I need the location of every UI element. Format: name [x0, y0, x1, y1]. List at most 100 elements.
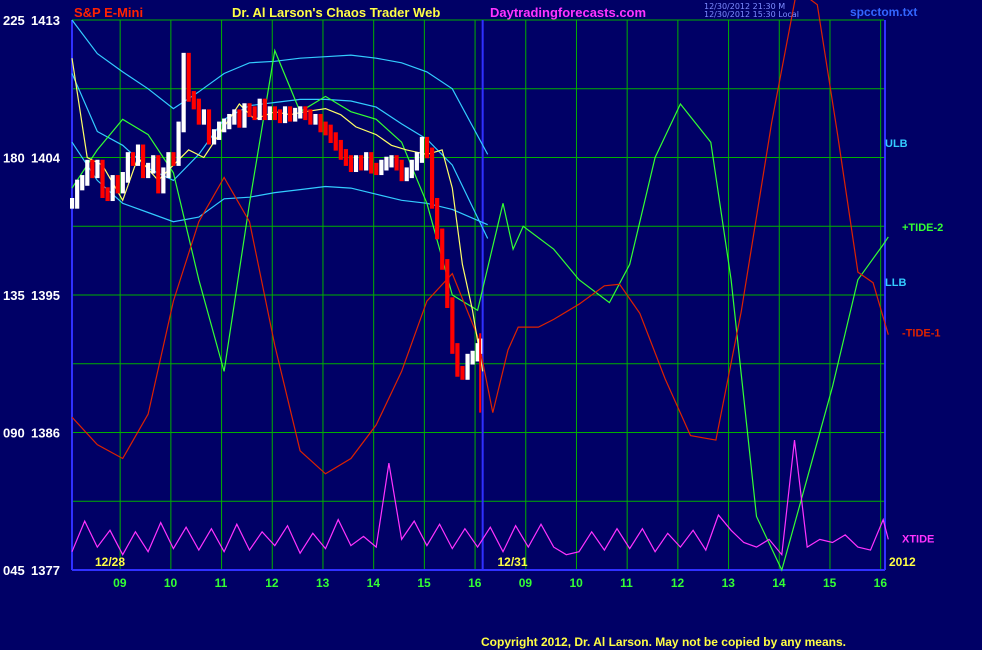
x-tick-label: 16 [874, 576, 888, 590]
x-tick-label: 12 [265, 576, 279, 590]
price-bar [186, 52, 191, 102]
price-bar [313, 113, 318, 125]
price-bar [419, 136, 425, 163]
price-bar [348, 155, 354, 173]
price-bar [135, 144, 141, 166]
x-tick-label: 10 [569, 576, 583, 590]
year-label: 2012 [889, 555, 916, 569]
price-bar [75, 179, 80, 209]
price-bar [333, 132, 338, 151]
x-tick-label: 13 [722, 576, 736, 590]
price-bar [156, 155, 161, 194]
price-bar [338, 139, 343, 160]
plot-background [0, 0, 982, 650]
price-bar [277, 109, 283, 124]
price-bar [227, 113, 232, 130]
x-tick-label: 14 [367, 576, 381, 590]
price-bar [120, 172, 125, 194]
price-bar [429, 147, 435, 209]
price-bar [90, 159, 95, 179]
price-bar [237, 109, 242, 128]
price-bar [161, 167, 166, 194]
y-tick-label-left: 135 [3, 288, 25, 303]
price-bar [146, 162, 151, 179]
site-link[interactable]: Daytradingforecasts.com [490, 5, 646, 20]
price-bar [323, 121, 328, 136]
y-tick-label-price: 1413 [31, 13, 60, 28]
price-bar [267, 106, 272, 121]
price-bar [247, 103, 252, 118]
price-bar [85, 159, 90, 186]
price-bar [374, 162, 379, 176]
y-tick-label-price: 1395 [31, 288, 60, 303]
price-bar [110, 175, 115, 202]
y-tick-label-left: 180 [3, 151, 25, 166]
x-tick-label: 13 [316, 576, 330, 590]
chart-canvas: 225 1413180 1404135 1395090 1386045 137709 10 1… [0, 0, 982, 650]
price-bar [389, 155, 394, 168]
price-bar [435, 197, 440, 240]
price-bar [394, 155, 399, 171]
price-bar [384, 156, 389, 171]
price-bar [130, 152, 136, 166]
price-bar [303, 106, 308, 121]
price-bar [140, 144, 146, 179]
price-bar [181, 52, 186, 133]
price-bar [450, 297, 455, 354]
price-bar [298, 106, 303, 119]
price-bar [232, 109, 237, 125]
x-tick-label: 16 [468, 576, 482, 590]
price-bar [293, 107, 298, 122]
price-bar [115, 175, 120, 194]
y-tick-label-left: 045 [3, 563, 25, 578]
price-bar [358, 155, 364, 171]
y-tick-label-left: 225 [3, 13, 25, 28]
file-name: spcctom.txt [850, 5, 918, 19]
price-bar [125, 152, 130, 183]
x-tick-label: 14 [772, 576, 786, 590]
price-bar [364, 152, 369, 171]
x-tick-label: 15 [417, 576, 431, 590]
price-bar [95, 159, 100, 179]
price-bar [100, 159, 105, 198]
series-label: ULB [885, 138, 908, 150]
series-label: -TIDE-1 [902, 327, 941, 339]
price-bar [217, 121, 222, 140]
price-bar [222, 118, 227, 133]
price-bar [399, 159, 404, 182]
x-tick-label: 10 [164, 576, 178, 590]
series-label: LLB [885, 277, 906, 289]
price-bar [257, 98, 262, 121]
y-tick-label-price: 1377 [31, 563, 60, 578]
y-tick-label-price: 1404 [31, 151, 61, 166]
price-bar [196, 98, 201, 125]
price-bar [166, 152, 171, 179]
copyright-notice: Copyright 2012, Dr. Al Larson. May not b… [481, 635, 846, 649]
price-bar [409, 159, 414, 179]
price-bar [211, 129, 217, 145]
symbol-title: S&P E-Mini [74, 5, 144, 20]
x-tick-label: 09 [113, 576, 127, 590]
x-tick-label: 12 [671, 576, 685, 590]
price-bar [70, 197, 75, 209]
price-bar [252, 106, 257, 121]
price-bar [80, 175, 85, 191]
y-tick-label-price: 1386 [31, 426, 60, 441]
price-bar [242, 103, 247, 128]
price-bar [206, 109, 212, 145]
date-label: 12/28 [95, 555, 125, 569]
chart-title: Dr. Al Larson's Chaos Trader Web [232, 5, 441, 20]
x-tick-label: 09 [519, 576, 533, 590]
series-label: +TIDE-2 [902, 222, 943, 234]
price-bar [328, 124, 333, 143]
price-bar [105, 187, 110, 202]
price-bar [272, 106, 277, 121]
price-bar [379, 159, 384, 176]
x-tick-label: 15 [823, 576, 837, 590]
price-bar [424, 136, 430, 159]
price-bar [465, 353, 470, 380]
date-label: 12/31 [497, 555, 527, 569]
price-bar [369, 152, 374, 174]
series-label: XTIDE [902, 534, 934, 546]
y-tick-label-left: 090 [3, 426, 25, 441]
